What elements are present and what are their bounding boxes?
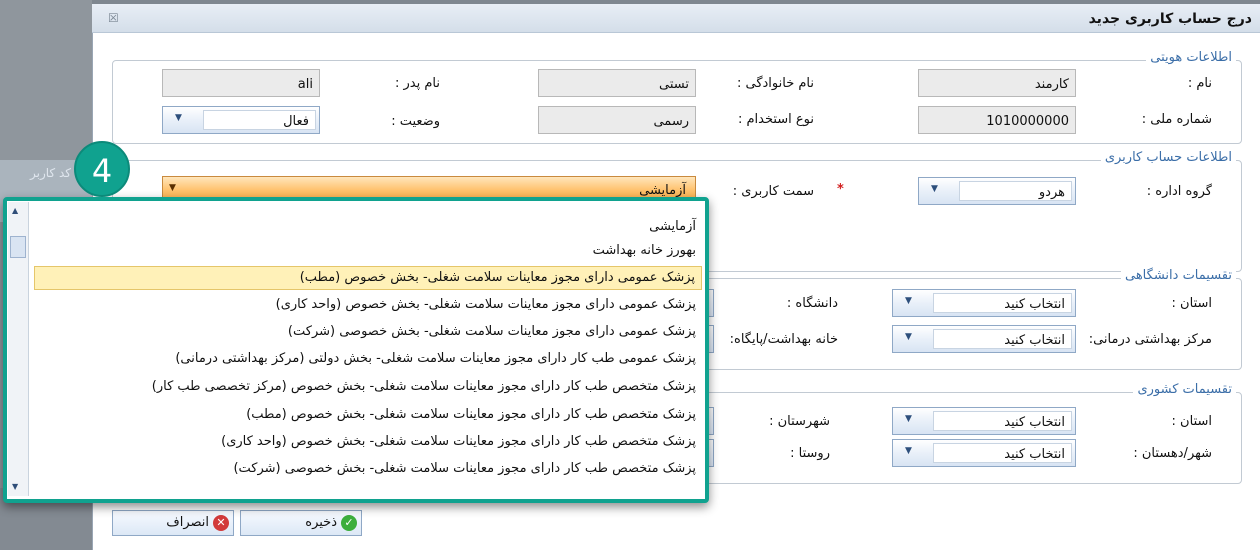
- background-side-text: کد کاربر: [30, 166, 71, 180]
- chevron-down-icon: ▼: [169, 183, 176, 193]
- university-legend: تقسیمات دانشگاهی: [1120, 268, 1236, 283]
- uni-province-value: انتخاب کنید: [933, 293, 1072, 313]
- first-name-field[interactable]: کارمند: [918, 69, 1076, 97]
- close-icon[interactable]: ☒: [108, 11, 119, 25]
- dropdown-option-selected[interactable]: پزشک عمومی دارای مجوز معاینات سلامت شغلی…: [34, 266, 702, 290]
- health-center-select[interactable]: انتخاب کنید ▼: [892, 325, 1076, 353]
- health-center-value: انتخاب کنید: [933, 329, 1072, 349]
- father-name-field[interactable]: ali: [162, 69, 320, 97]
- national-id-field[interactable]: 1010000000: [918, 106, 1076, 134]
- dropdown-option[interactable]: پزشک عمومی دارای مجوز معاینات سلامت شغلی…: [34, 294, 702, 318]
- cancel-button-label: انصراف: [166, 515, 209, 530]
- office-group-label: گروه اداره :: [1146, 184, 1212, 199]
- scrollbar-thumb[interactable]: [10, 236, 26, 258]
- dropdown-option[interactable]: بهورز خانه بهداشت: [34, 240, 702, 264]
- chevron-down-icon: ▼: [931, 184, 938, 194]
- uni-province-label: استان :: [1171, 296, 1212, 311]
- city-value: انتخاب کنید: [933, 443, 1072, 463]
- village-label: روستا :: [790, 446, 830, 461]
- status-value: فعال: [203, 110, 316, 130]
- employment-type-label: نوع استخدام :: [737, 112, 814, 127]
- scroll-up-icon[interactable]: ▲: [12, 206, 18, 215]
- chevron-down-icon: ▼: [905, 446, 912, 456]
- office-group-select[interactable]: هردو ▼: [918, 177, 1076, 205]
- identity-legend: اطلاعات هویتی: [1146, 50, 1236, 65]
- dialog-title: درج حساب کاربری جدید: [1088, 11, 1252, 27]
- step-badge: 4: [74, 141, 130, 197]
- account-legend: اطلاعات حساب کاربری: [1100, 150, 1236, 165]
- cancel-button[interactable]: ✕ انصراف: [112, 510, 234, 536]
- country-province-value: انتخاب کنید: [933, 411, 1072, 431]
- save-button-label: ذخیره: [305, 515, 337, 530]
- cancel-icon: ✕: [213, 515, 229, 531]
- dropdown-option[interactable]: پزشک عمومی دارای مجوز معاینات سلامت شغلی…: [34, 321, 702, 345]
- last-name-label: نام خانوادگی :: [736, 76, 814, 91]
- office-group-value: هردو: [959, 181, 1072, 201]
- dropdown-option[interactable]: پزشک متخصص طب کار دارای مجوز معاینات سلا…: [34, 376, 702, 400]
- university-label: دانشگاه :: [786, 296, 838, 311]
- dropdown-option[interactable]: پزشک متخصص طب کار دارای مجوز معاینات سلا…: [34, 431, 702, 455]
- chevron-down-icon: ▼: [905, 414, 912, 424]
- country-province-label: استان :: [1171, 414, 1212, 429]
- employment-type-field[interactable]: رسمی: [538, 106, 696, 134]
- dropdown-option[interactable]: پزشک عمومی طب کار دارای مجوز معاینات سلا…: [34, 348, 702, 372]
- national-id-label: شماره ملی :: [1141, 112, 1212, 127]
- chevron-down-icon: ▼: [905, 332, 912, 342]
- health-center-label: مرکز بهداشتی درمانی:: [1088, 332, 1212, 347]
- dialog-titlebar: [92, 4, 1260, 33]
- country-legend: تقسیمات کشوری: [1133, 382, 1236, 397]
- city-select[interactable]: انتخاب کنید ▼: [892, 439, 1076, 467]
- county-label: شهرستان :: [769, 414, 830, 429]
- required-icon: *: [837, 182, 844, 197]
- status-select[interactable]: فعال ▼: [162, 106, 320, 134]
- first-name-label: نام :: [1187, 76, 1212, 91]
- father-name-label: نام پدر :: [395, 76, 440, 91]
- country-province-select[interactable]: انتخاب کنید ▼: [892, 407, 1076, 435]
- last-name-field[interactable]: تستی: [538, 69, 696, 97]
- save-button[interactable]: ✓ ذخیره: [240, 510, 362, 536]
- dropdown-option[interactable]: پزشک متخصص طب کار دارای مجوز معاینات سلا…: [34, 404, 702, 428]
- dropdown-option[interactable]: پزشک متخصص طب کار دارای مجوز معاینات سلا…: [34, 458, 702, 482]
- chevron-down-icon: ▼: [175, 113, 182, 123]
- status-label: وضعیت :: [391, 114, 440, 129]
- city-label: شهر/دهستان :: [1133, 446, 1212, 461]
- health-house-label: خانه بهداشت/پایگاه:: [729, 332, 838, 347]
- scroll-down-icon[interactable]: ▼: [12, 482, 18, 491]
- check-icon: ✓: [341, 515, 357, 531]
- dropdown-option[interactable]: آزمایشی: [34, 216, 702, 240]
- uni-province-select[interactable]: انتخاب کنید ▼: [892, 289, 1076, 317]
- chevron-down-icon: ▼: [905, 296, 912, 306]
- role-label: سمت کاربری :: [732, 184, 814, 199]
